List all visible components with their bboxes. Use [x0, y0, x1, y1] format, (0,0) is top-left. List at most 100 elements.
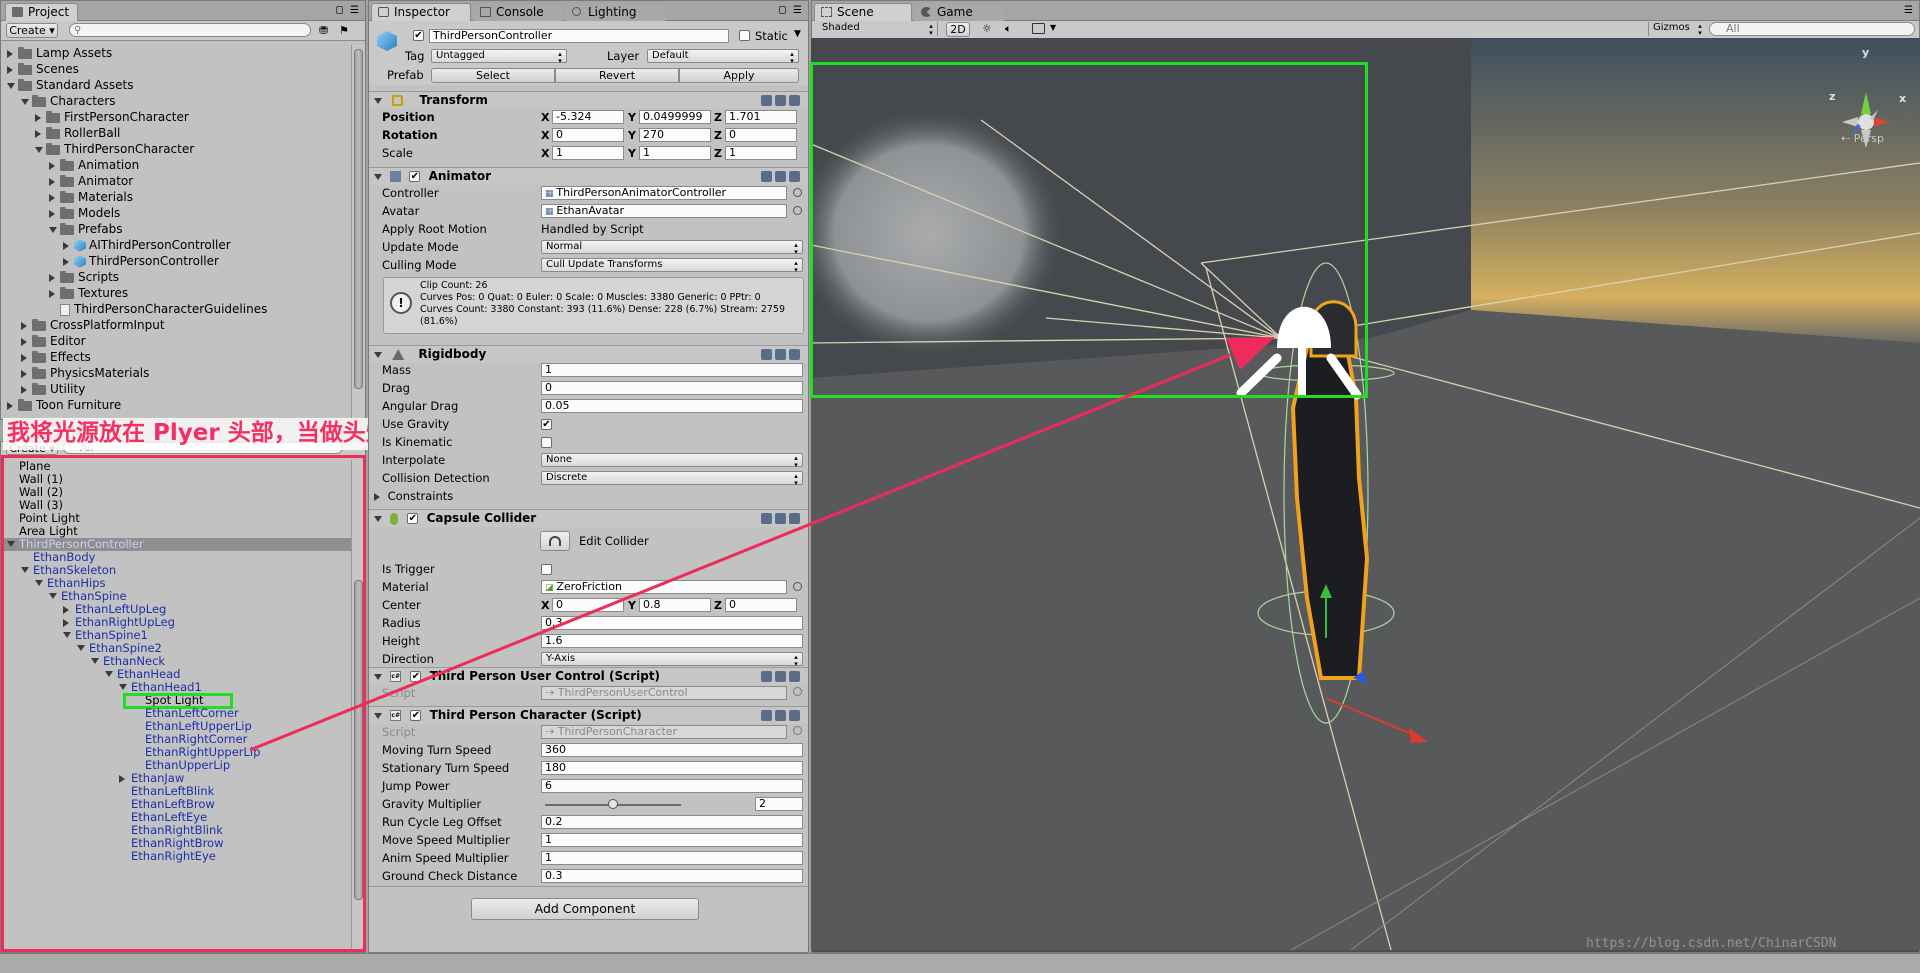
project-tree-item[interactable]: RollerBall — [35, 125, 120, 141]
project-search-input[interactable]: ⚲ — [69, 23, 311, 37]
scene-lighting-icon[interactable]: ☼ — [982, 22, 992, 35]
vector-field[interactable]: 0 — [552, 598, 624, 612]
foldout-arrow-icon[interactable] — [21, 317, 32, 333]
vector-field[interactable]: 270 — [639, 128, 711, 142]
tab-game[interactable]: Game — [914, 3, 1004, 21]
vector-field[interactable]: 1 — [639, 146, 711, 160]
project-tree-item[interactable]: Characters — [21, 93, 116, 109]
vector-field[interactable]: 0 — [725, 128, 797, 142]
preset-icon[interactable] — [775, 513, 786, 524]
prefab-select-button[interactable]: Select — [431, 68, 555, 83]
prefab-revert-button[interactable]: Revert — [555, 68, 679, 83]
gravity-slider-thumb[interactable] — [608, 799, 618, 809]
project-tree-item[interactable]: Textures — [49, 285, 128, 301]
foldout-arrow-icon[interactable] — [374, 492, 380, 501]
vector-field[interactable]: 1 — [725, 146, 797, 160]
preset-icon[interactable] — [775, 349, 786, 360]
scene-audio-icon[interactable]: 🔈︎ — [1005, 22, 1012, 36]
character-field[interactable]: 1 — [541, 851, 803, 865]
constraints-foldout[interactable]: Constraints — [374, 489, 453, 504]
gravity-multiplier-field[interactable]: 2 — [755, 797, 803, 811]
project-tree-item[interactable]: FirstPersonCharacter — [35, 109, 189, 125]
foldout-arrow-icon[interactable] — [49, 221, 60, 237]
gear-icon[interactable] — [789, 710, 800, 721]
foldout-arrow-icon[interactable] — [7, 397, 18, 413]
direction-dropdown[interactable]: Y-Axis — [541, 652, 803, 667]
animator-dropdown[interactable]: Cull Update Transforms — [541, 258, 803, 273]
effects-dropdown-icon[interactable]: ▼ — [1050, 23, 1056, 32]
object-ref-field[interactable]: ▦ ThirdPersonAnimatorController — [541, 186, 787, 200]
object-picker-icon[interactable] — [793, 726, 802, 735]
animator-enabled-checkbox[interactable]: ✔ — [409, 171, 421, 182]
project-tree-item[interactable]: PhysicsMaterials — [21, 365, 149, 381]
object-picker-icon[interactable] — [793, 687, 802, 696]
help-icon[interactable] — [761, 349, 772, 360]
project-tree-item[interactable]: Editor — [21, 333, 86, 349]
project-tree-item[interactable]: Standard Assets — [7, 77, 133, 93]
vector-field[interactable]: 0.0499999 — [639, 110, 711, 124]
character-field[interactable]: 360 — [541, 743, 803, 757]
persp-label[interactable]: ⇠ Persp — [1841, 132, 1884, 145]
animator-dropdown[interactable]: Normal — [541, 240, 803, 255]
foldout-arrow-icon[interactable] — [49, 205, 60, 221]
tab-inspector[interactable]: Inspector — [371, 3, 471, 21]
vector-field[interactable]: 0 — [552, 128, 624, 142]
foldout-arrow-icon[interactable] — [49, 173, 60, 189]
project-create-button[interactable]: Create ▾ — [6, 23, 58, 38]
foldout-arrow-icon[interactable] — [49, 189, 60, 205]
object-picker-icon[interactable] — [793, 582, 802, 591]
object-name-field[interactable]: ThirdPersonController — [429, 29, 729, 43]
tab-project[interactable]: Project — [5, 3, 79, 21]
collider-enabled-checkbox[interactable]: ✔ — [407, 513, 419, 524]
vector-field[interactable]: 1 — [552, 146, 624, 160]
gear-icon[interactable] — [789, 349, 800, 360]
help-icon[interactable] — [761, 95, 772, 106]
project-tree-item[interactable]: Lamp Assets — [7, 45, 112, 61]
rigidbody-field[interactable]: 0.05 — [541, 399, 803, 413]
capsule-radius-field[interactable]: 0.3 — [541, 616, 803, 630]
gear-icon[interactable] — [789, 513, 800, 524]
project-tree-item[interactable]: Materials — [49, 189, 133, 205]
prefab-apply-button[interactable]: Apply — [679, 68, 799, 83]
foldout-arrow-icon[interactable] — [374, 515, 382, 522]
capsule-collider-header[interactable]: ✔ Capsule Collider — [369, 509, 808, 527]
foldout-arrow-icon[interactable] — [21, 381, 32, 397]
project-tree-item[interactable]: AIThirdPersonController — [63, 237, 231, 253]
character-field[interactable]: 0.2 — [541, 815, 803, 829]
foldout-arrow-icon[interactable] — [374, 351, 382, 358]
rigidbody-checkbox[interactable]: ✔ — [541, 419, 552, 430]
material-field[interactable]: ◪ ZeroFriction — [541, 580, 787, 594]
character-enabled-checkbox[interactable]: ✔ — [410, 710, 422, 721]
scene-search-input[interactable]: All — [1709, 22, 1915, 36]
object-picker-icon[interactable] — [793, 206, 802, 215]
panel-menu-icon[interactable]: ☰ — [1904, 5, 1913, 16]
foldout-arrow-icon[interactable] — [35, 125, 46, 141]
foldout-arrow-icon[interactable] — [374, 97, 382, 104]
character-header[interactable]: c# ✔ Third Person Character (Script) — [369, 706, 808, 724]
static-dropdown-icon[interactable]: ▼ — [794, 29, 801, 39]
user-control-header[interactable]: c# ✔ Third Person User Control (Script) — [369, 667, 808, 685]
preset-icon[interactable] — [775, 95, 786, 106]
character-field[interactable]: 0.3 — [541, 869, 803, 883]
project-tree-item[interactable]: Effects — [21, 349, 91, 365]
preset-icon[interactable] — [775, 171, 786, 182]
project-tree-item[interactable]: Animation — [49, 157, 139, 173]
layer-dropdown[interactable]: Default — [647, 49, 799, 64]
rigidbody-dropdown[interactable]: None — [541, 453, 803, 468]
active-checkbox[interactable]: ✔ — [413, 30, 424, 41]
help-icon[interactable] — [761, 671, 772, 682]
foldout-arrow-icon[interactable] — [63, 237, 74, 253]
help-icon[interactable] — [761, 171, 772, 182]
help-icon[interactable] — [761, 710, 772, 721]
user-control-enabled-checkbox[interactable]: ✔ — [410, 671, 422, 682]
transform-header[interactable]: Transform — [369, 91, 808, 109]
foldout-arrow-icon[interactable] — [21, 333, 32, 349]
add-component-button[interactable]: Add Component — [471, 898, 699, 920]
project-scrollbar[interactable] — [351, 45, 365, 419]
character-field[interactable]: 1 — [541, 833, 803, 847]
mode-2d-button[interactable]: 2D — [946, 22, 970, 37]
project-tree-item[interactable]: ThirdPersonCharacterGuidelines — [49, 301, 267, 317]
tab-lighting[interactable]: Lighting — [565, 3, 665, 21]
rigidbody-field[interactable]: 0 — [541, 381, 803, 395]
is-trigger-checkbox[interactable] — [541, 564, 552, 575]
